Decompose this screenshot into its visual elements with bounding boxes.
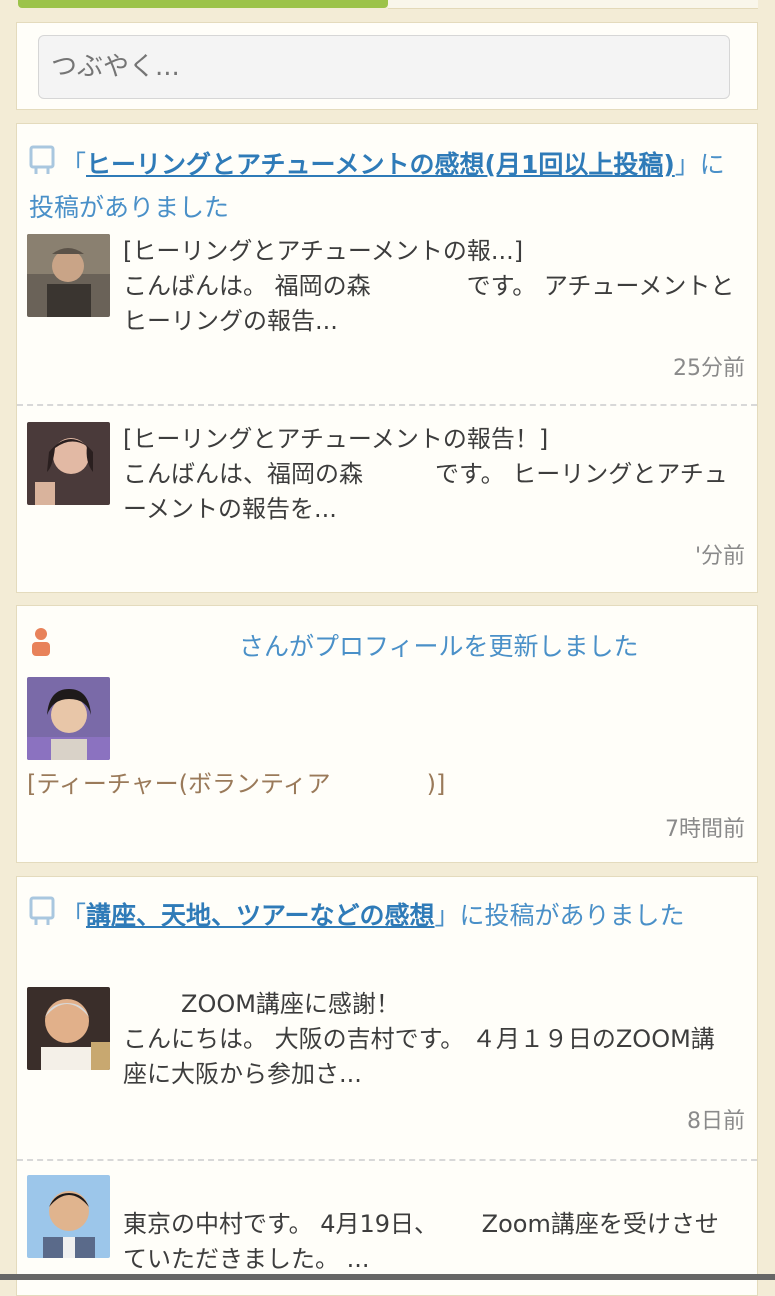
entry-text: [ヒーリングとアチューメントの報告！] こんばんは、福岡の森 です。 ヒーリング… [123,422,735,527]
activity-card-thread: 「講座、天地、ツアーなどの感想」に投稿がありました ZOOM講座に感謝！ こんに… [16,876,758,1296]
person-icon [29,627,53,669]
list-item[interactable]: ZOOM講座に感謝！ こんにちは。 大阪の吉村です。 ４月１９日のZOOM講座に… [17,987,757,1157]
entry-text: [ヒーリングとアチューメントの報...] こんばんは。 福岡の森 です。 アチュ… [123,234,735,339]
inactive-tab[interactable] [388,0,758,9]
avatar[interactable] [27,234,110,317]
entry-title[interactable]: [ヒーリングとアチューメントの報告！] [123,422,735,457]
active-tab-indicator[interactable] [18,0,388,8]
bulletin-board-icon [29,145,55,187]
timestamp: '分前 [694,544,745,569]
quote-open: 「 [61,901,87,930]
avatar[interactable] [27,677,110,760]
activity-card-thread: 「ヒーリングとアチューメントの感想(月1回以上投稿)」に投稿がありました [ヒー… [16,123,758,593]
tweet-input[interactable] [38,35,730,99]
profile-update-text: さんがプロフィールを更新しました [239,632,639,661]
entry-title[interactable]: [ヒーリングとアチューメントの報...] [123,234,735,269]
entry-snippet: こんばんは、福岡の森 です。 ヒーリングとアチューメントの報告を... [123,460,728,523]
avatar[interactable] [27,422,110,505]
avatar[interactable] [27,1175,110,1258]
list-item[interactable]: [ヒーリングとアチューメントの報...] こんばんは。 福岡の森 です。 アチュ… [17,234,757,404]
entry-snippet: こんにちは。 大阪の吉村です。 ４月１９日のZOOM講座に大阪から参加さ... [123,1025,715,1088]
thread-link[interactable]: 講座、天地、ツアーなどの感想 [86,901,435,930]
tab-bar [0,0,775,12]
timestamp: 7時間前 [665,817,745,842]
list-item[interactable]: [ヒーリングとアチューメントの報告！] こんばんは、福岡の森 です。 ヒーリング… [17,422,757,592]
card-headline: 「講座、天地、ツアーなどの感想」に投稿がありました [29,895,747,938]
divider [17,1159,757,1161]
entry-title[interactable]: ZOOM講座に感謝！ [123,987,735,1022]
avatar[interactable] [27,987,110,1070]
card-headline: 「ヒーリングとアチューメントの感想(月1回以上投稿)」に投稿がありました [29,144,747,228]
card-headline: さんがプロフィールを更新しました [29,626,747,669]
timestamp: 8日前 [687,1109,745,1134]
entry-snippet: 東京の中村です。 4月19日、 Zoom講座を受けさせていただきました。 ... [123,1210,719,1273]
profile-tag: [ティーチャー(ボランティア )] [27,770,446,798]
thread-link[interactable]: ヒーリングとアチューメントの感想(月1回以上投稿) [86,150,675,179]
entry-text: 東京の中村です。 4月19日、 Zoom講座を受けさせていただきました。 ... [123,1207,735,1277]
headline-suffix: 」に投稿がありました [434,901,685,930]
bottom-edge [0,1274,775,1280]
divider [17,404,757,406]
entry-text: ZOOM講座に感謝！ こんにちは。 大阪の吉村です。 ４月１９日のZOOM講座に… [123,987,735,1092]
bulletin-board-icon [29,896,55,938]
activity-card-profile: さんがプロフィールを更新しました [ティーチャー(ボランティア )] 7時間前 [16,605,758,863]
post-box [16,22,758,110]
timestamp: 25分前 [673,356,745,381]
quote-open: 「 [61,150,87,179]
entry-snippet: こんばんは。 福岡の森 です。 アチューメントとヒーリングの報告... [123,272,735,335]
